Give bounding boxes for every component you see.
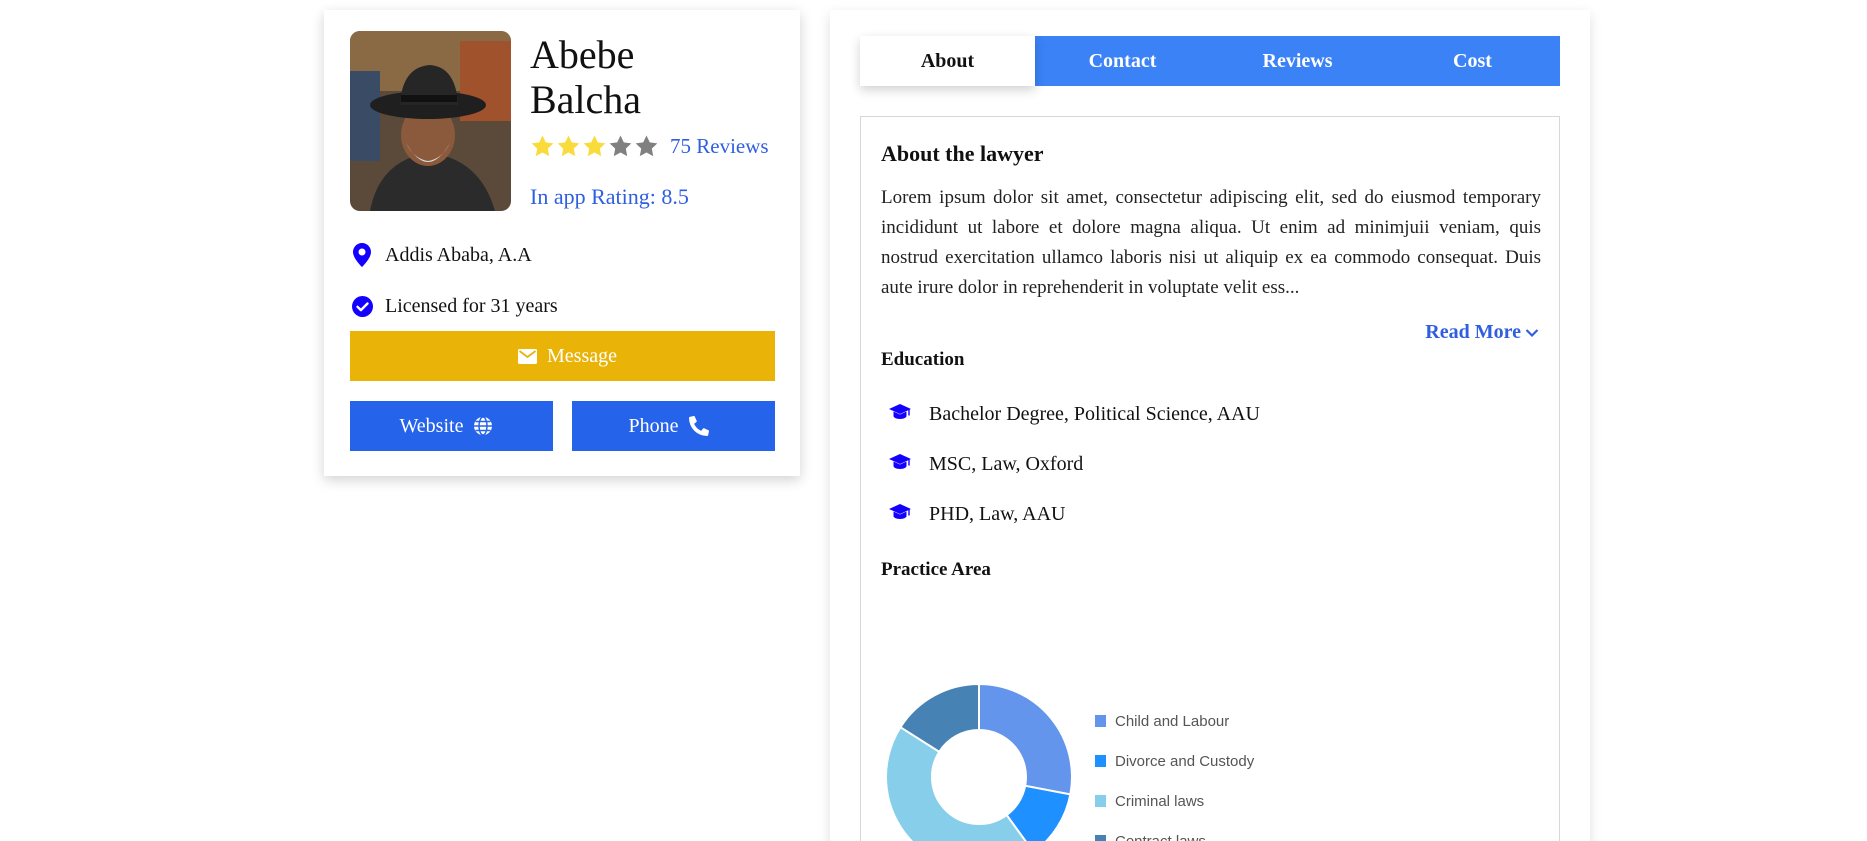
education-item-text: PHD, Law, AAU (929, 502, 1066, 525)
message-button[interactable]: Message (350, 331, 775, 381)
legend-label: Contract laws (1115, 832, 1206, 841)
education-item: PHD, Law, AAU (889, 489, 1260, 539)
about-title: About the lawyer (881, 141, 1044, 166)
lawyer-name: Abebe Balcha (530, 32, 730, 122)
reviews-link[interactable]: 75 Reviews (670, 134, 769, 159)
website-button-label: Website (399, 414, 464, 437)
star-empty-icon (635, 135, 658, 156)
lawyer-last-name: Balcha (530, 77, 642, 122)
lawyer-photo (350, 31, 511, 211)
legend-item[interactable]: Contract laws (1095, 821, 1254, 841)
lawyer-details-panel: About Contact Reviews Cost About the lawyer… (830, 10, 1590, 841)
education-title: Education (881, 349, 965, 370)
star-filled-icon (531, 135, 554, 156)
licensed-text: Licensed for 31 years (385, 294, 558, 317)
read-more-link[interactable]: Read More (1425, 321, 1539, 344)
tab-contact[interactable]: Contact (1035, 36, 1210, 86)
phone-icon (688, 416, 709, 436)
practice-area-chart (885, 682, 1073, 841)
details-tabs: About Contact Reviews Cost (860, 36, 1560, 86)
rating-row: 75 Reviews (530, 132, 769, 160)
about-text: Lorem ipsum dolor sit amet, consectetur … (881, 187, 1541, 298)
star-filled-icon (583, 135, 606, 156)
chevron-down-icon (1525, 328, 1539, 337)
message-button-label: Message (547, 344, 617, 367)
education-item: MSC, Law, Oxford (889, 439, 1260, 489)
practice-area-title: Practice Area (881, 559, 991, 580)
map-pin-icon (350, 242, 374, 268)
legend-label: Divorce and Custody (1115, 752, 1255, 770)
licensed-row: Licensed for 31 years (350, 293, 558, 319)
education-list: Bachelor Degree, Political Science, AAU M… (889, 389, 1260, 539)
lawyer-first-name: Abebe (530, 32, 635, 77)
graduation-cap-icon (889, 453, 915, 475)
legend-label: Child and Labour (1115, 712, 1230, 730)
phone-button[interactable]: Phone (572, 401, 775, 451)
envelope-icon (518, 348, 537, 364)
legend-item[interactable]: Criminal laws (1095, 781, 1254, 821)
chart-legend: Child and Labour Divorce and Custody Crimi… (1095, 701, 1254, 841)
education-item-text: Bachelor Degree, Political Science, AAU (929, 402, 1260, 425)
lawyer-profile-card: Abebe Balcha 75 Reviews In app Rating: 8… (324, 10, 800, 476)
location-text: Addis Ababa, A.A (385, 243, 532, 266)
check-circle-icon (350, 293, 374, 319)
star-filled-icon (557, 135, 580, 156)
read-more-label: Read More (1425, 321, 1521, 343)
legend-swatch (1095, 715, 1106, 727)
location-row: Addis Ababa, A.A (350, 242, 532, 268)
about-content: About the lawyer Lorem ipsum dolor sit a… (860, 116, 1560, 841)
legend-item[interactable]: Divorce and Custody (1095, 741, 1254, 781)
legend-label: Criminal laws (1115, 792, 1205, 810)
education-item: Bachelor Degree, Political Science, AAU (889, 389, 1260, 439)
star-empty-icon (609, 135, 632, 156)
education-item-text: MSC, Law, Oxford (929, 452, 1084, 475)
app-rating: In app Rating: 8.5 (530, 184, 689, 209)
tab-about[interactable]: About (860, 36, 1035, 86)
tab-cost[interactable]: Cost (1385, 36, 1560, 86)
tab-reviews[interactable]: Reviews (1210, 36, 1385, 86)
globe-icon (473, 416, 493, 436)
phone-button-label: Phone (628, 414, 679, 437)
legend-swatch (1095, 795, 1106, 807)
star-rating (530, 134, 659, 159)
graduation-cap-icon (889, 503, 915, 525)
legend-swatch (1095, 755, 1106, 767)
website-button[interactable]: Website (350, 401, 553, 451)
legend-item[interactable]: Child and Labour (1095, 701, 1254, 741)
graduation-cap-icon (889, 403, 915, 425)
donut-slice[interactable] (978, 682, 1073, 796)
legend-swatch (1095, 835, 1106, 841)
